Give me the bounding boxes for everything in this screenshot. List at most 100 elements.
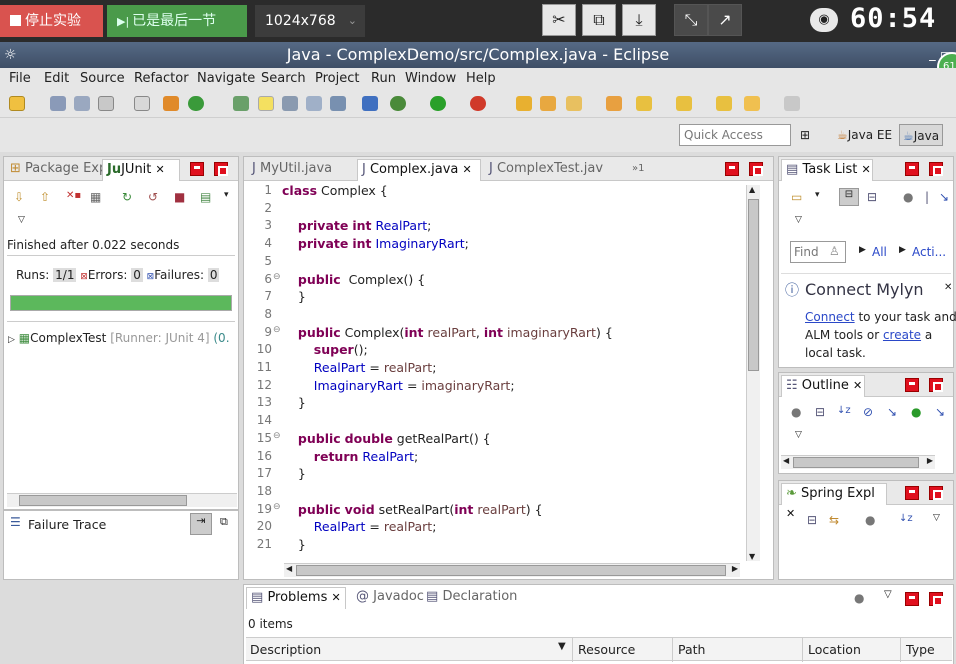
sort-down-icon[interactable]: ▼ — [558, 641, 566, 652]
hide-static-icon[interactable]: ↘ — [887, 405, 897, 419]
all-link[interactable]: All — [872, 245, 887, 259]
pilcrow-icon[interactable] — [330, 96, 346, 111]
stop-experiment-button[interactable]: 停止实验 — [0, 5, 103, 37]
create-link[interactable]: create — [883, 328, 921, 342]
minimize-icon[interactable] — [190, 162, 204, 176]
tab-declaration[interactable]: ▤ Declaration — [422, 587, 517, 609]
open-task-icon[interactable] — [566, 96, 582, 111]
history-icon[interactable]: ▤ — [200, 190, 211, 204]
menu-file[interactable]: File — [9, 71, 31, 86]
refresh-icon[interactable] — [188, 96, 204, 111]
minimize-icon[interactable] — [905, 486, 919, 500]
col-location[interactable]: Location — [808, 642, 861, 657]
eye-icon[interactable]: ◉ — [810, 8, 838, 32]
col-description[interactable]: Description — [250, 642, 321, 657]
minimize-icon[interactable] — [725, 162, 739, 176]
external-link-icon[interactable]: ↗ — [708, 4, 742, 36]
link-editor-icon[interactable]: ⇆ — [829, 513, 839, 527]
categorized-icon[interactable]: ⊟ — [839, 188, 859, 206]
new-task-icon[interactable]: ▭ — [791, 190, 802, 204]
hide-local-types-icon[interactable]: ↘ — [935, 405, 945, 419]
tab-myutil[interactable]: J MyUtil.java — [248, 159, 332, 181]
synchronize-icon[interactable]: ↘ — [939, 190, 949, 204]
highlight-icon[interactable] — [258, 96, 274, 111]
maximize-icon[interactable] — [749, 162, 763, 176]
forward-icon[interactable] — [784, 96, 800, 111]
download-icon[interactable]: ⤓ — [622, 4, 656, 36]
view-menu-icon[interactable]: ▽ — [933, 513, 940, 523]
rerun-icon[interactable]: ↻ — [122, 190, 132, 204]
close-icon[interactable]: ✕ — [853, 379, 862, 392]
shrink-icon[interactable]: ⤡ — [674, 4, 708, 36]
quick-access-input[interactable]: Quick Access — [679, 124, 791, 146]
minimize-icon[interactable] — [905, 162, 919, 176]
last-edit-icon[interactable] — [716, 96, 732, 111]
view-menu-icon[interactable]: ▽ — [795, 215, 802, 225]
maximize-icon[interactable] — [929, 162, 943, 176]
focus-icon[interactable]: ● — [865, 513, 875, 527]
focus-icon[interactable]: ● — [854, 591, 864, 605]
menu-run[interactable]: Run — [371, 71, 396, 86]
search-folder-icon[interactable] — [606, 96, 622, 111]
screen-share-icon[interactable]: ⧉ — [582, 4, 616, 36]
menu-refactor[interactable]: Refactor — [134, 71, 189, 86]
hide-nonpublic-icon[interactable]: ● — [911, 405, 921, 419]
tab-complex[interactable]: J Complex.java ✕ — [357, 159, 481, 181]
menu-project[interactable]: Project — [315, 71, 359, 86]
menu-window[interactable]: Window — [405, 71, 456, 86]
task-find-input[interactable]: Find ♙ — [790, 241, 846, 263]
view-menu-icon[interactable]: ▽ — [795, 430, 802, 440]
stop-run-icon[interactable]: ■ — [174, 190, 185, 204]
close-icon[interactable]: ✕ — [862, 163, 871, 176]
open-perspective-icon[interactable]: ⊞ — [797, 124, 813, 146]
new-package-icon[interactable] — [516, 96, 532, 111]
code-editor[interactable]: 1 class Complex {2 3 private int RealPart;… — [244, 183, 755, 553]
menu-source[interactable]: Source — [80, 71, 125, 86]
tab-outline[interactable]: ☷ Outline ✕ — [781, 375, 865, 397]
scissors-icon[interactable]: ✂ — [542, 4, 576, 36]
new-icon[interactable] — [9, 96, 25, 111]
fold-icon[interactable]: ⊖ — [273, 325, 281, 335]
test-tree-item[interactable]: ▷ ▦ComplexTest [Runner: JUnit 4] (0. — [8, 331, 238, 345]
close-icon[interactable]: ✕ — [463, 163, 472, 176]
focus-icon[interactable]: ● — [791, 405, 801, 419]
save-icon[interactable] — [50, 96, 66, 111]
maximize-icon[interactable] — [214, 162, 228, 176]
save-all-icon[interactable] — [74, 96, 90, 111]
col-type[interactable]: Type — [906, 642, 935, 657]
menu-help[interactable]: Help — [466, 71, 496, 86]
tab-complextest[interactable]: J ComplexTest.jav — [485, 159, 603, 181]
tab-task-list[interactable]: ▤ Task List ✕ — [781, 159, 873, 181]
back-icon[interactable] — [744, 96, 760, 111]
hide-fields-icon[interactable]: ⊘ — [863, 405, 873, 419]
next-annotation-icon[interactable] — [636, 96, 652, 111]
filter-trace-icon[interactable]: ⇥ — [190, 513, 212, 535]
previous-annotation-icon[interactable] — [676, 96, 692, 111]
perspective-java-ee[interactable]: ☕Java EE — [834, 124, 895, 146]
rerun-failed-icon[interactable]: ↺ — [148, 190, 158, 204]
col-resource[interactable]: Resource — [578, 642, 635, 657]
collapse-icon[interactable]: ⊟ — [807, 513, 817, 527]
close-icon[interactable]: ✕ — [786, 507, 795, 520]
menu-navigate[interactable]: Navigate — [197, 71, 255, 86]
editor-vscroll[interactable]: ▲ ▼ — [746, 185, 760, 561]
view-menu-icon[interactable]: ▽ — [18, 215, 25, 225]
debug-icon[interactable] — [390, 96, 406, 111]
editor-hscroll[interactable]: ◀ ▶ — [284, 563, 740, 577]
minimize-icon[interactable] — [905, 592, 919, 606]
perspective-java[interactable]: ☕Java — [899, 124, 944, 146]
dropdown-icon[interactable]: ▾ — [815, 190, 820, 200]
dropdown-icon[interactable]: ▾ — [224, 190, 229, 200]
fold-icon[interactable]: ⊖ — [273, 272, 281, 282]
junit-hscroll[interactable] — [7, 493, 237, 507]
close-icon[interactable]: ✕ — [944, 282, 952, 293]
maximize-icon[interactable] — [929, 378, 943, 392]
expand-icon[interactable]: ▷ — [8, 335, 15, 345]
previous-failure-icon[interactable]: ⇧ — [40, 190, 50, 204]
close-icon[interactable]: ✕ — [332, 591, 341, 604]
collapse-icon[interactable]: ⊟ — [815, 405, 825, 419]
connect-link[interactable]: Connect — [805, 310, 855, 324]
tab-spring-explorer[interactable]: ❧ Spring Expl ✕ — [781, 483, 887, 520]
compare-icon[interactable]: ⧉ — [220, 515, 228, 529]
resolution-select[interactable]: 1024x768 ⌄ — [255, 5, 365, 37]
